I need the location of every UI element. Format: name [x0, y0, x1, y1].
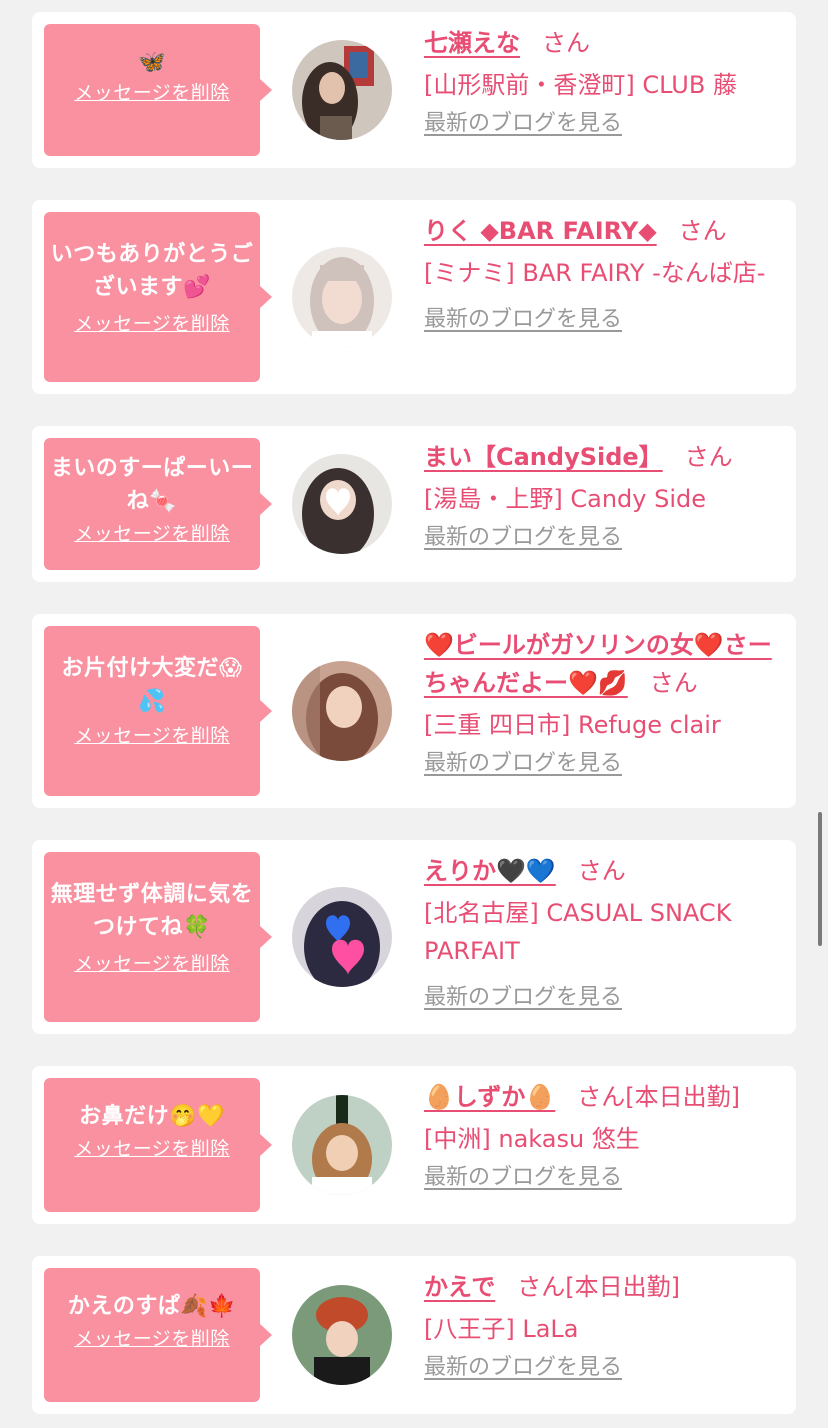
message-card: お片付け大変だ😱💦 メッセージを削除 ❤️ビールがガソリンの女❤️さーちゃんだよ…: [32, 614, 796, 808]
shop-info: [三重 四日市] Refuge clair: [424, 711, 721, 739]
message-bubble: かえのすぱ🍂🍁 メッセージを削除: [44, 1268, 272, 1402]
sender-info: えりか🖤💙 さん [北名古屋] CASUAL SNACK PARFAIT 最新のブ…: [424, 852, 784, 1012]
sender-info: りく ◆BAR FAIRY◆ さん [ミナミ] BAR FAIRY -なんば店- …: [424, 212, 784, 334]
sender-name-link[interactable]: りく ◆BAR FAIRY◆: [424, 217, 657, 245]
delete-message-link[interactable]: メッセージを削除: [74, 81, 230, 105]
avatar[interactable]: [292, 247, 392, 347]
honorific: さん: [577, 857, 626, 885]
message-bubble: いつもありがとうございます💕 メッセージを削除: [44, 212, 272, 382]
latest-blog-link[interactable]: 最新のブログを見る: [424, 1354, 622, 1382]
sender-info: 七瀬えな さん [山形駅前・香澄町] CLUB 藤 最新のブログを見る: [424, 24, 784, 138]
message-bubble: お片付け大変だ😱💦 メッセージを削除: [44, 626, 272, 796]
latest-blog-link[interactable]: 最新のブログを見る: [424, 524, 622, 552]
sender-info: かえで さん[本日出勤] [八王子] LaLa 最新のブログを見る: [424, 1268, 784, 1382]
message-card: 無理せず体調に気をつけてね🍀 メッセージを削除 えりか🖤💙 さん [北名古屋] C…: [32, 840, 796, 1034]
message-card: お鼻だけ🤭💛 メッセージを削除 🥚しずか🥚 さん[本日出勤] [中洲] nakas…: [32, 1066, 796, 1224]
sender-name-link[interactable]: 七瀬えな: [424, 29, 520, 57]
message-text: 無理せず体調に気をつけてね🍀: [50, 882, 254, 940]
delete-message-link[interactable]: メッセージを削除: [74, 522, 230, 546]
shop-info: [八王子] LaLa: [424, 1315, 579, 1343]
sender-name-link[interactable]: まい【CandySide】: [424, 443, 663, 471]
avatar[interactable]: [292, 454, 392, 554]
latest-blog-link[interactable]: 最新のブログを見る: [424, 750, 622, 778]
message-bubble: まいのすーぱーいーね🍬 メッセージを削除: [44, 438, 272, 570]
honorific: さん: [684, 443, 733, 471]
latest-blog-link[interactable]: 最新のブログを見る: [424, 1164, 622, 1192]
message-text: お片付け大変だ😱💦: [61, 656, 243, 714]
message-text: かえのすぱ🍂🍁: [67, 1294, 237, 1319]
message-text: まいのすーぱーいーね🍬: [50, 456, 254, 514]
message-bubble: 無理せず体調に気をつけてね🍀 メッセージを削除: [44, 852, 272, 1022]
shop-info: [山形駅前・香澄町] CLUB 藤: [424, 71, 737, 99]
avatar[interactable]: [292, 1095, 392, 1195]
message-text: 🦋: [138, 50, 166, 75]
message-text: お鼻だけ🤭💛: [79, 1104, 225, 1129]
avatar[interactable]: [292, 1285, 392, 1385]
honorific: さん: [678, 217, 727, 245]
message-card: かえのすぱ🍂🍁 メッセージを削除 かえで さん[本日出勤] [八王子] LaLa …: [32, 1256, 796, 1414]
sender-name-link[interactable]: えりか🖤💙: [424, 857, 556, 885]
delete-message-link[interactable]: メッセージを削除: [74, 1327, 230, 1351]
scrollbar[interactable]: [818, 812, 822, 946]
honorific: さん[本日出勤]: [577, 1083, 741, 1111]
sender-info: 🥚しずか🥚 さん[本日出勤] [中洲] nakasu 悠生 最新のブログを見る: [424, 1078, 784, 1192]
sender-info: ❤️ビールがガソリンの女❤️さーちゃんだよー❤️💋 さん [三重 四日市] Ref…: [424, 626, 784, 778]
message-card: いつもありがとうございます💕 メッセージを削除 りく ◆BAR FAIRY◆ さん…: [32, 200, 796, 394]
sender-name-link[interactable]: かえで: [424, 1273, 495, 1301]
sender-info: まい【CandySide】 さん [湯島・上野] Candy Side 最新のブロ…: [424, 438, 784, 552]
latest-blog-link[interactable]: 最新のブログを見る: [424, 306, 622, 334]
shop-info: [北名古屋] CASUAL SNACK PARFAIT: [424, 899, 732, 965]
sender-name-link[interactable]: ❤️ビールがガソリンの女❤️さーちゃんだよー❤️💋: [424, 631, 772, 697]
avatar[interactable]: [292, 661, 392, 761]
honorific: さん: [649, 669, 698, 697]
message-card: まいのすーぱーいーね🍬 メッセージを削除 まい【CandySide】 さん [湯島…: [32, 426, 796, 582]
message-bubble: お鼻だけ🤭💛 メッセージを削除: [44, 1078, 272, 1212]
shop-info: [ミナミ] BAR FAIRY -なんば店-: [424, 259, 766, 287]
message-text: いつもありがとうございます💕: [50, 242, 254, 300]
delete-message-link[interactable]: メッセージを削除: [74, 312, 230, 336]
latest-blog-link[interactable]: 最新のブログを見る: [424, 984, 622, 1012]
delete-message-link[interactable]: メッセージを削除: [74, 724, 230, 748]
sender-name-link[interactable]: 🥚しずか🥚: [424, 1083, 555, 1111]
shop-info: [湯島・上野] Candy Side: [424, 485, 706, 513]
delete-message-link[interactable]: メッセージを削除: [74, 952, 230, 976]
latest-blog-link[interactable]: 最新のブログを見る: [424, 110, 622, 138]
avatar[interactable]: [292, 887, 392, 987]
honorific: さん[本日出勤]: [517, 1273, 681, 1301]
avatar[interactable]: [292, 40, 392, 140]
message-bubble: 🦋 メッセージを削除: [44, 24, 272, 156]
honorific: さん: [542, 29, 590, 57]
message-card: 🦋 メッセージを削除 七瀬えな さん [山形駅前・香澄町] CLUB 藤 最新のブ…: [32, 12, 796, 168]
delete-message-link[interactable]: メッセージを削除: [74, 1137, 230, 1161]
shop-info: [中洲] nakasu 悠生: [424, 1125, 640, 1153]
